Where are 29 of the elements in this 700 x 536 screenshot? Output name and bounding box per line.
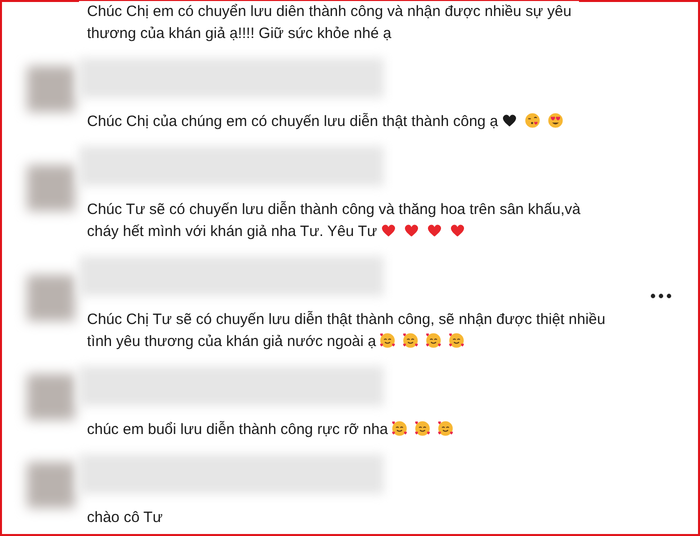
heart-icon [449,222,466,239]
smiling-face-hearts-icon [390,420,408,437]
heart-icon [403,222,420,239]
smiling-face-hearts-icon [448,332,466,349]
comment-text: thương của khán giả ạ!!!! Giữ sức khỏe nhé ạ [87,25,392,42]
more-options-icon[interactable] [650,293,672,299]
heart-eyes-face-icon [547,112,564,129]
comment-text: Chúc Tư sẽ có chuyến lưu diễn thành công và thăng hoa trên sân khấu,và [87,201,580,218]
smiling-face-hearts-icon [425,332,442,349]
comment-text: tình yêu thương của khán giả nước ngoài ạ [87,333,376,350]
smiling-face-hearts-icon [414,420,431,437]
blurred-avatar [27,462,75,508]
comment-text: chào cô Tư [87,509,163,526]
comment-text: Chúc Chị Tư sẽ có chuyến lưu diễn thật thành công, sẽ nhận được thiệt nhiều [87,311,606,328]
heart-icon [501,112,518,129]
kissing-face-icon [524,112,542,129]
blurred-avatar [27,165,75,211]
comment-text: Chúc Chị em có chuyển lưu diên thành công và nhận được nhiều sự yêu [87,3,572,20]
smiling-face-hearts-icon [436,420,454,437]
blurred-avatar [27,66,75,112]
blurred-avatar [27,275,75,321]
comment-text: chúc em buổi lưu diễn thành công rực rỡ nha [87,421,388,438]
blurred-avatar [27,374,75,420]
heart-icon [426,222,444,239]
comment-text: Chúc Chị của chúng em có chuyến lưu diễn thật thành công ạ [87,113,498,130]
smiling-face-hearts-icon [402,332,420,349]
heart-icon [380,222,398,239]
smiling-face-hearts-icon [379,332,396,349]
comment-text: cháy hết mình với khán giả nha Tư. Yêu Tư [87,223,378,240]
